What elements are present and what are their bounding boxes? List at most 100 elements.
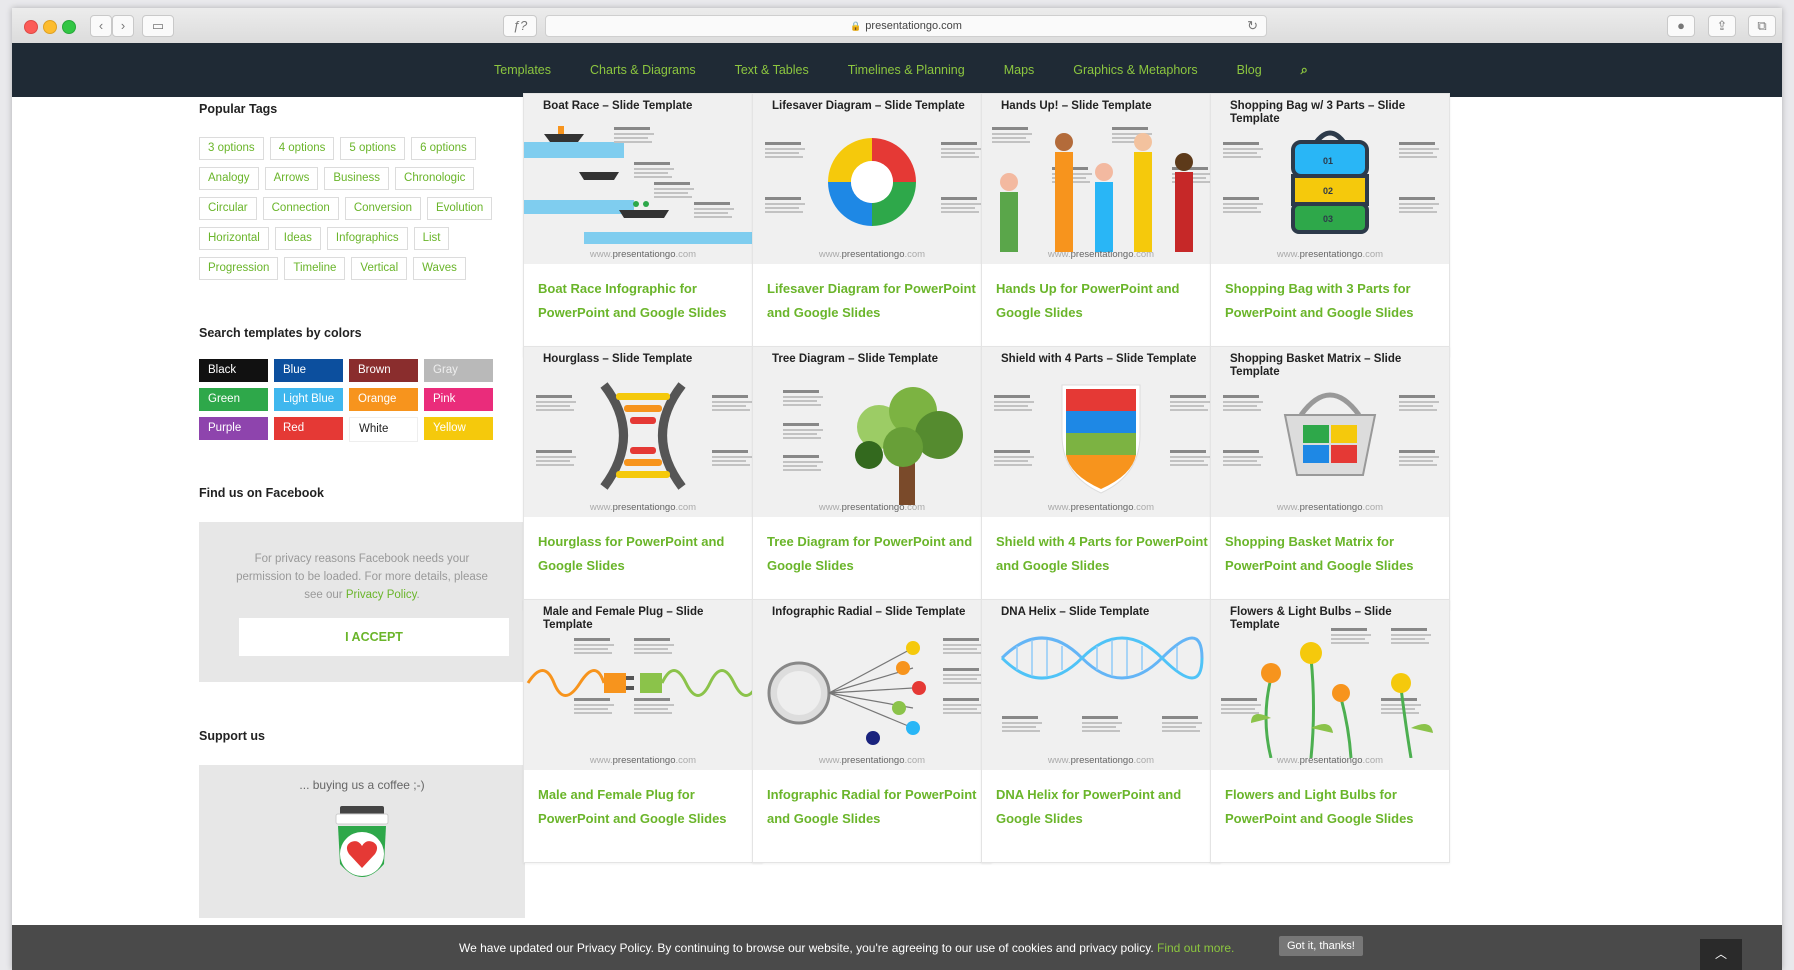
template-thumbnail[interactable]: DNA Helix – Slide Template www.presentati… (982, 600, 1220, 770)
nav-item-templates[interactable]: Templates (494, 63, 551, 77)
template-card[interactable]: Shopping Basket Matrix – Slide Template w… (1210, 346, 1450, 610)
maximize-window-button[interactable] (62, 20, 76, 34)
template-card[interactable]: DNA Helix – Slide Template www.presentati… (981, 599, 1221, 863)
nav-item-text-tables[interactable]: Text & Tables (735, 63, 809, 77)
template-card[interactable]: Shield with 4 Parts – Slide Template www.… (981, 346, 1221, 610)
tag-row: Horizontal Ideas Infographics List (199, 227, 499, 250)
tag-link[interactable]: Evolution (426, 197, 493, 220)
color-filter-gray[interactable]: Gray (424, 359, 493, 382)
template-card[interactable]: Infographic Radial – Slide Template www.p… (752, 599, 992, 863)
color-filter-brown[interactable]: Brown (349, 359, 418, 382)
template-card[interactable]: Hourglass – Slide Template www.presentati… (523, 346, 763, 610)
address-bar[interactable]: 🔒 presentationgo.com ↻ (545, 15, 1267, 37)
tag-link[interactable]: Progression (199, 257, 279, 280)
tag-link[interactable]: List (413, 227, 450, 250)
color-filter-black[interactable]: Black (199, 359, 268, 382)
color-filter-green[interactable]: Green (199, 388, 268, 411)
search-icon[interactable]: ⌕ (1301, 62, 1308, 78)
template-link[interactable]: Boat Race Infographic for PowerPoint and… (538, 277, 752, 325)
template-link[interactable]: Shopping Bag with 3 Parts for PowerPoint… (1225, 277, 1439, 325)
template-thumbnail[interactable]: Shopping Bag w/ 3 Parts – Slide Template… (1211, 94, 1449, 264)
tag-link[interactable]: 3 options (199, 137, 264, 160)
template-card[interactable]: Shopping Bag w/ 3 Parts – Slide Template… (1210, 93, 1450, 357)
template-thumbnail[interactable]: Shopping Basket Matrix – Slide Template w… (1211, 347, 1449, 517)
color-filter-orange[interactable]: Orange (349, 388, 418, 411)
template-card[interactable]: Tree Diagram – Slide Template www.present… (752, 346, 992, 610)
support-box[interactable]: ... buying us a coffee ;-) (199, 765, 525, 918)
color-filter-pink[interactable]: Pink (424, 388, 493, 411)
color-filter-purple[interactable]: Purple (199, 417, 268, 440)
tag-link[interactable]: 5 options (340, 137, 406, 160)
watermark-prefix: www. (818, 249, 842, 260)
downloads-button[interactable]: ● (1667, 15, 1695, 37)
template-card[interactable]: Flowers & Light Bulbs – Slide Template ww… (1210, 599, 1450, 863)
template-link[interactable]: DNA Helix for PowerPoint and Google Slid… (996, 783, 1210, 831)
find-out-more-link[interactable]: Find out more. (1157, 941, 1234, 955)
privacy-policy-link[interactable]: Privacy Policy (346, 589, 417, 601)
tag-link[interactable]: Horizontal (199, 227, 269, 250)
template-link[interactable]: Shield with 4 Parts for PowerPoint and G… (996, 530, 1210, 578)
template-card[interactable]: Lifesaver Diagram – Slide Template www.pr… (752, 93, 992, 357)
color-filter-light-blue[interactable]: Light Blue (274, 388, 343, 411)
scroll-top-button[interactable]: ︿ (1700, 939, 1742, 970)
tag-row: 3 options 4 options 5 options 6 options (199, 137, 499, 160)
tag-link[interactable]: Conversion (344, 197, 421, 220)
color-filter-red[interactable]: Red (274, 417, 343, 440)
close-window-button[interactable] (24, 20, 38, 34)
template-link[interactable]: Male and Female Plug for PowerPoint and … (538, 783, 752, 831)
template-link[interactable]: Flowers and Light Bulbs for PowerPoint a… (1225, 783, 1439, 831)
tag-link[interactable]: Arrows (264, 167, 319, 190)
template-thumbnail[interactable]: Flowers & Light Bulbs – Slide Template ww… (1211, 600, 1449, 770)
template-card[interactable]: Hands Up! – Slide Template www.presentati… (981, 93, 1221, 357)
tag-link[interactable]: Chronologic (395, 167, 475, 190)
template-thumbnail[interactable]: Hands Up! – Slide Template www.presentati… (982, 94, 1220, 264)
color-filter-blue[interactable]: Blue (274, 359, 343, 382)
got-it-button[interactable]: Got it, thanks! (1279, 936, 1363, 956)
formula-button[interactable]: ƒ? (503, 15, 537, 37)
tag-link[interactable]: Circular (199, 197, 257, 220)
color-filter-white[interactable]: White (349, 417, 418, 442)
minimize-window-button[interactable] (43, 20, 57, 34)
template-link[interactable]: Lifesaver Diagram for PowerPoint and Goo… (767, 277, 981, 325)
tag-link[interactable]: Vertical (351, 257, 408, 280)
template-card[interactable]: Male and Female Plug – Slide Template www… (523, 599, 763, 863)
template-link[interactable]: Hands Up for PowerPoint and Google Slide… (996, 277, 1210, 325)
tag-link[interactable]: Business (324, 167, 390, 190)
template-thumbnail[interactable]: Boat Race – Slide Template www.presentati… (524, 94, 762, 264)
nav-item-graphics-metaphors[interactable]: Graphics & Metaphors (1073, 63, 1197, 77)
template-card[interactable]: Boat Race – Slide Template www.presentati… (523, 93, 763, 357)
tabs-overview-button[interactable]: ⧉ (1748, 15, 1776, 37)
tag-link[interactable]: Infographics (326, 227, 408, 250)
template-thumbnail[interactable]: Shield with 4 Parts – Slide Template www.… (982, 347, 1220, 517)
template-link[interactable]: Tree Diagram for PowerPoint and Google S… (767, 530, 981, 578)
template-thumbnail[interactable]: Male and Female Plug – Slide Template www… (524, 600, 762, 770)
sidebar-toggle-button[interactable]: ▭ (142, 15, 174, 37)
tag-link[interactable]: Connection (262, 197, 339, 220)
template-thumbnail[interactable]: Infographic Radial – Slide Template www.p… (753, 600, 991, 770)
tag-link[interactable]: 6 options (411, 137, 476, 160)
tag-link[interactable]: 4 options (269, 137, 335, 160)
tag-link[interactable]: Timeline (284, 257, 346, 280)
reload-icon[interactable]: ↻ (1247, 16, 1258, 36)
nav-item-blog[interactable]: Blog (1237, 63, 1262, 77)
forward-button[interactable]: › (112, 15, 134, 37)
nav-item-maps[interactable]: Maps (1004, 63, 1035, 77)
tag-link[interactable]: Ideas (274, 227, 321, 250)
template-thumbnail[interactable]: Tree Diagram – Slide Template www.present… (753, 347, 991, 517)
back-button[interactable]: ‹ (90, 15, 112, 37)
template-link[interactable]: Hourglass for PowerPoint and Google Slid… (538, 530, 752, 578)
tag-link[interactable]: Analogy (199, 167, 259, 190)
watermark-prefix: www. (589, 755, 613, 766)
template-link[interactable]: Shopping Basket Matrix for PowerPoint an… (1225, 530, 1439, 578)
color-filter-yellow[interactable]: Yellow (424, 417, 493, 440)
template-link[interactable]: Infographic Radial for PowerPoint and Go… (767, 783, 981, 831)
template-thumbnail[interactable]: Hourglass – Slide Template www.presentati… (524, 347, 762, 517)
nav-item-timelines-planning[interactable]: Timelines & Planning (848, 63, 965, 77)
cookie-message: We have updated our Privacy Policy. By c… (459, 941, 1234, 955)
nav-item-charts-diagrams[interactable]: Charts & Diagrams (590, 63, 696, 77)
tag-link[interactable]: Waves (413, 257, 466, 280)
template-thumbnail[interactable]: Lifesaver Diagram – Slide Template www.pr… (753, 94, 991, 264)
share-button[interactable]: ⇪ (1708, 15, 1736, 37)
url-text: presentationgo.com (865, 20, 962, 32)
accept-button[interactable]: I ACCEPT (239, 618, 509, 656)
